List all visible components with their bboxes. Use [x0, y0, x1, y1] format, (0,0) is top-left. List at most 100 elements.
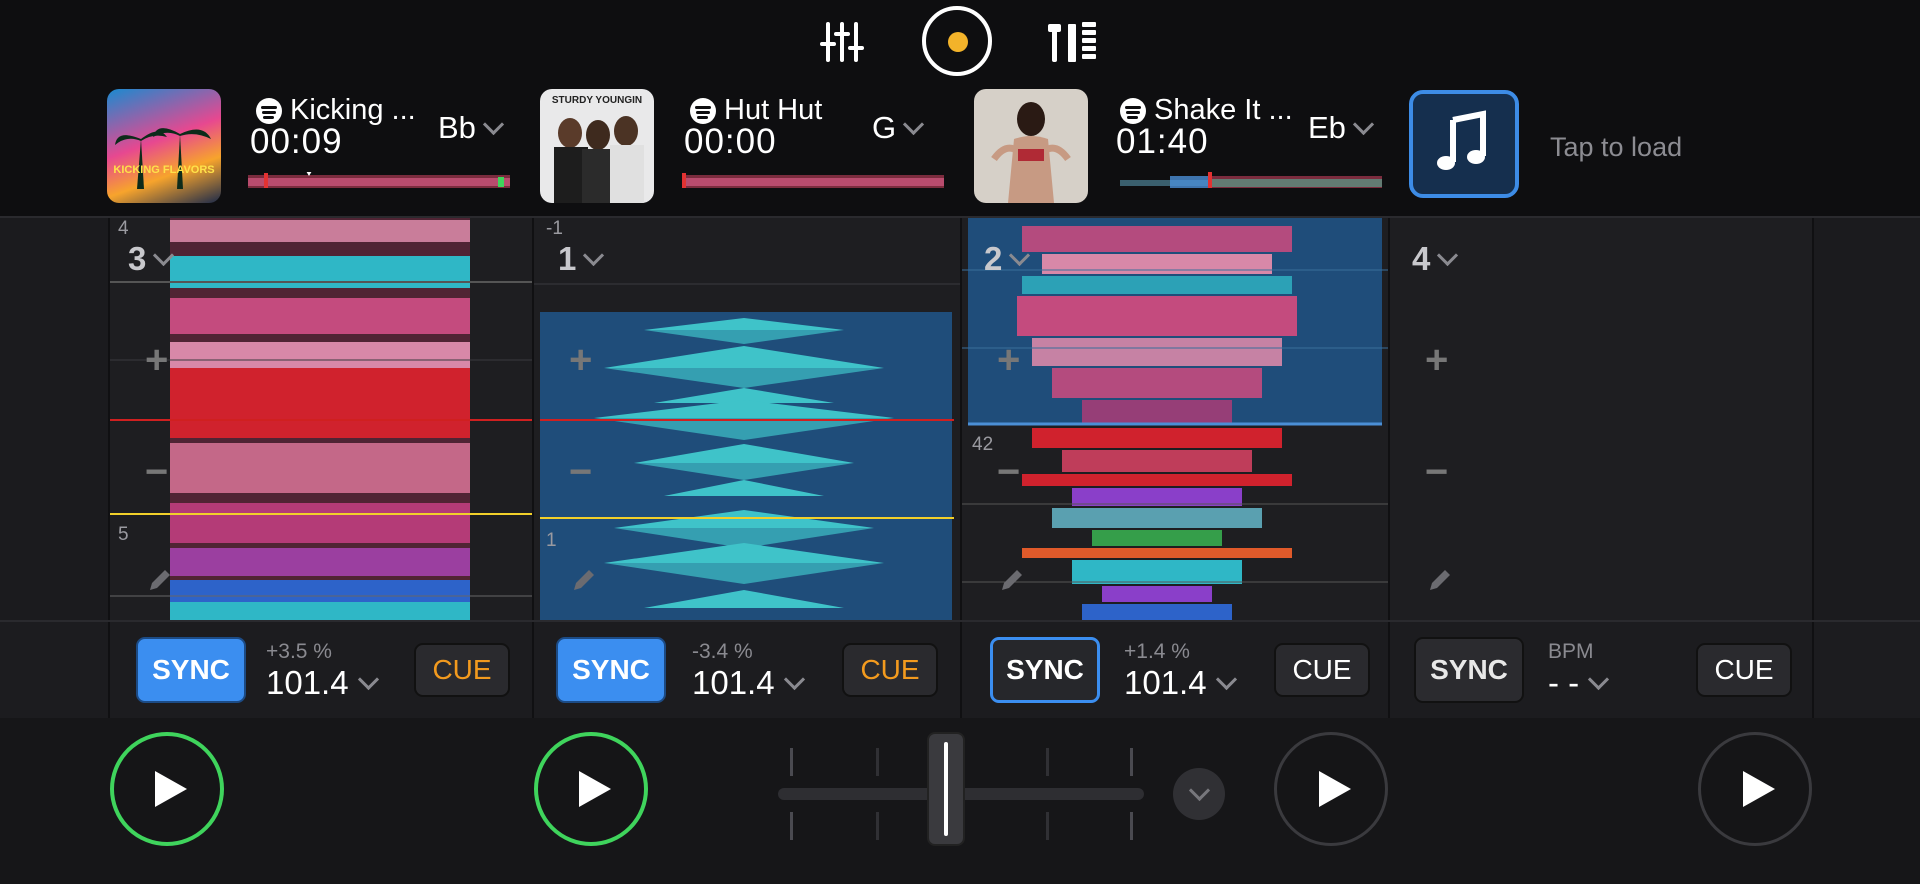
chevron-down-icon [783, 668, 805, 690]
track-header: KICKING FLAVORS Kicking ... 00:09 Bb STU… [0, 86, 1920, 218]
mixer-sliders-icon[interactable] [814, 14, 870, 70]
waveform-area: 4 3 + − 5 -1 1 + − 1 2 + 42 − 4 + − [0, 218, 1920, 620]
deck-2-key[interactable]: G [872, 110, 925, 146]
deck-2-number[interactable]: 1 [558, 240, 605, 278]
deck-1-cue-button[interactable]: CUE [414, 643, 510, 697]
deck-2-artwork-text: STURDY YOUNGIN [552, 95, 642, 106]
top-toolbar [0, 0, 1920, 86]
deck-4-bpm[interactable]: - - [1548, 664, 1610, 702]
deck-3-beat-mid: 42 [972, 434, 994, 455]
deck-1-artwork-text: KICKING FLAVORS [113, 164, 214, 176]
zoom-in-button[interactable]: + [569, 338, 592, 383]
deck-4-bpm-value: - - [1548, 664, 1580, 701]
chevron-down-icon [1215, 668, 1237, 690]
deck-4-sync-button[interactable]: SYNC [1414, 637, 1524, 703]
deck-1-overview-waveform[interactable] [248, 172, 510, 188]
deck-1-beat-top: 4 [118, 218, 129, 239]
pencil-icon[interactable] [1426, 566, 1454, 594]
play-icon [1743, 771, 1775, 807]
deck-2-beat-top: -1 [546, 218, 563, 239]
deck-3-artwork[interactable] [974, 89, 1088, 203]
load-track-button[interactable] [1409, 90, 1519, 198]
deck-2-sync-button[interactable]: SYNC [556, 637, 666, 703]
deck-4-number-label: 4 [1412, 240, 1431, 277]
deck-1-number-label: 3 [128, 240, 147, 277]
chevron-down-icon [583, 244, 605, 266]
deck-3-number-label: 2 [984, 240, 1003, 277]
deck-4-play-button[interactable] [1698, 732, 1812, 846]
controls-left-gutter [0, 622, 110, 718]
deck-1-pitch: +3.5 % [266, 640, 332, 663]
deck-3-bpm-value: 101.4 [1124, 664, 1207, 701]
deck-1-play-button[interactable] [110, 732, 224, 846]
crossfader-tick [1130, 748, 1133, 776]
deck-3-pitch: +1.4 % [1124, 640, 1190, 663]
deck-1-sync-button[interactable]: SYNC [136, 637, 246, 703]
pencil-icon[interactable] [146, 566, 174, 594]
play-icon [155, 771, 187, 807]
crossfader-menu-button[interactable] [1173, 768, 1225, 820]
deck-2-play-button[interactable] [534, 732, 648, 846]
deck-3-info[interactable]: Shake It ... 01:40 Eb [970, 86, 1400, 216]
crossfader-tick [876, 748, 879, 776]
chevron-down-icon [482, 113, 505, 135]
crossfader-handle[interactable] [927, 732, 965, 846]
deck-1-number[interactable]: 3 [128, 240, 175, 278]
deck-4-cue-button[interactable]: CUE [1696, 643, 1792, 697]
transport-bar [0, 718, 1920, 884]
record-icon [948, 32, 968, 52]
deck-1-key[interactable]: Bb [438, 110, 505, 146]
deck-2-artwork[interactable]: STURDY YOUNGIN [540, 89, 654, 203]
chevron-down-icon [1188, 779, 1210, 801]
deck-3-key[interactable]: Eb [1308, 110, 1375, 146]
deck-4-controls: SYNC BPM - - CUE [1390, 622, 1814, 718]
deck-1-info[interactable]: KICKING FLAVORS Kicking ... 00:09 Bb [0, 86, 540, 216]
zoom-out-button[interactable]: − [997, 450, 1020, 495]
record-button[interactable] [922, 6, 992, 76]
zoom-in-button[interactable]: + [997, 338, 1020, 383]
deck-2-waveform[interactable]: -1 1 + − 1 [534, 218, 962, 620]
deck-2-controls: SYNC -3.4 % 101.4 CUE [534, 622, 962, 718]
zoom-out-button[interactable]: − [1425, 450, 1448, 495]
deck-3-number[interactable]: 2 [984, 240, 1031, 278]
deck-1-key-label: Bb [438, 110, 476, 145]
crossfader-tick [1046, 748, 1049, 776]
zoom-out-button[interactable]: − [145, 450, 168, 495]
pencil-icon[interactable] [998, 566, 1026, 594]
deck-4-number[interactable]: 4 [1412, 240, 1459, 278]
deck-2-bpm-value: 101.4 [692, 664, 775, 701]
deck-1-artwork[interactable]: KICKING FLAVORS [107, 89, 221, 203]
crossfader-tick [790, 812, 793, 840]
deck-1-waveform[interactable]: 4 3 + − 5 [110, 218, 534, 620]
deck-4-waveform[interactable]: 4 + − [1390, 218, 1814, 620]
deck-3-sync-button[interactable]: SYNC [990, 637, 1100, 703]
zoom-in-button[interactable]: + [1425, 338, 1448, 383]
deck-2-info[interactable]: STURDY YOUNGIN Hut Hut 00:00 G [540, 86, 970, 216]
deck-2-overview-waveform[interactable] [682, 172, 944, 188]
tap-to-load-label[interactable]: Tap to load [1550, 132, 1682, 163]
deck-2-cue-button[interactable]: CUE [842, 643, 938, 697]
deck-3-time: 01:40 [1116, 122, 1209, 161]
play-icon [579, 771, 611, 807]
deck-controls-row: SYNC +3.5 % 101.4 CUE SYNC -3.4 % 101.4 … [0, 620, 1920, 720]
crossfader-tick [1046, 812, 1049, 840]
deck-1-bpm-value: 101.4 [266, 664, 349, 701]
deck-3-waveform[interactable]: 2 + 42 − [962, 218, 1390, 620]
deck-3-bpm[interactable]: 101.4 [1124, 664, 1237, 702]
zoom-in-button[interactable]: + [145, 338, 168, 383]
deck-1-bpm[interactable]: 101.4 [266, 664, 379, 702]
pencil-icon[interactable] [570, 566, 598, 594]
deck-3-overview-waveform[interactable] [1120, 172, 1382, 188]
crossfader-tick [876, 812, 879, 840]
deck-2-number-label: 1 [558, 240, 577, 277]
deck-2-bpm[interactable]: 101.4 [692, 664, 805, 702]
spotify-icon [1120, 97, 1146, 124]
chevron-down-icon [1437, 244, 1459, 266]
chevron-down-icon [1352, 113, 1375, 135]
deck-1-beat-bottom: 5 [118, 524, 129, 545]
crossfader-tick [1130, 812, 1133, 840]
deck-3-play-button[interactable] [1274, 732, 1388, 846]
deck-3-cue-button[interactable]: CUE [1274, 643, 1370, 697]
layout-icon[interactable] [1046, 14, 1102, 70]
zoom-out-button[interactable]: − [569, 450, 592, 495]
